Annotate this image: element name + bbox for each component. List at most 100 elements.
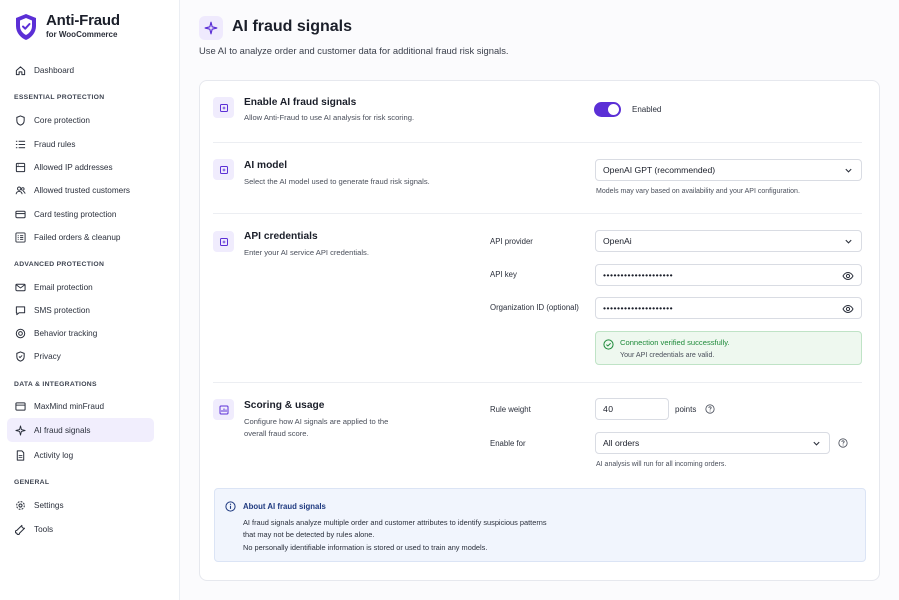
- model-title: AI model: [244, 160, 288, 171]
- provider-select-value: OpenAi: [603, 236, 632, 246]
- sidebar-item-settings[interactable]: Settings: [7, 493, 154, 517]
- sidebar-item-label: Fraud rules: [34, 139, 76, 149]
- help-icon[interactable]: [838, 438, 848, 448]
- sidebar-item-label: Allowed trusted customers: [34, 185, 131, 195]
- eye-icon[interactable]: [842, 270, 854, 282]
- credentials-title: API credentials: [244, 231, 318, 242]
- page-subtitle: Use AI to analyze order and customer dat…: [199, 45, 509, 56]
- rule-weight-label: Rule weight: [490, 405, 531, 414]
- check-circle-icon: [603, 339, 614, 350]
- sidebar-item-label: Privacy: [34, 351, 61, 361]
- section-essential-protection: ESSENTIAL PROTECTION: [14, 94, 105, 101]
- document-icon: [15, 449, 26, 461]
- privacy-shield-icon: [15, 350, 26, 362]
- target-icon: [15, 328, 26, 339]
- sidebar-item-tools[interactable]: Tools: [7, 517, 154, 541]
- brand-subtitle: for WooCommerce: [46, 30, 118, 39]
- api-key-input[interactable]: ••••••••••••••••••••: [595, 264, 862, 286]
- sidebar-item-email-protection[interactable]: Email protection: [7, 275, 154, 299]
- api-key-label: API key: [490, 270, 517, 279]
- sidebar-item-label: Activity log: [34, 450, 74, 460]
- rule-weight-value: 40: [603, 404, 614, 414]
- enable-for-value: All orders: [603, 438, 640, 448]
- chevron-down-icon: [813, 441, 820, 446]
- sidebar-item-allowed-trusted-customers[interactable]: Allowed trusted customers: [7, 178, 154, 202]
- sidebar-item-card-testing-protection[interactable]: Card testing protection: [7, 202, 154, 226]
- scoring-title: Scoring & usage: [244, 400, 325, 411]
- divider: [213, 142, 862, 143]
- info-line-3: No personally identifiable information i…: [243, 543, 488, 552]
- shield-icon: [15, 114, 26, 126]
- sidebar-item-sms-protection[interactable]: SMS protection: [7, 298, 154, 322]
- enable-title: Enable AI fraud signals: [244, 97, 357, 108]
- model-desc: Select the AI model used to generate fra…: [244, 177, 430, 186]
- card-icon: [15, 209, 26, 220]
- model-select-value: OpenAI GPT (recommended): [603, 165, 716, 175]
- rule-weight-input[interactable]: 40: [595, 398, 669, 420]
- wrench-icon: [15, 524, 26, 535]
- sidebar-item-behavior-tracking[interactable]: Behavior tracking: [7, 321, 154, 345]
- divider: [213, 213, 862, 214]
- scoring-desc-line1: Configure how AI signals are applied to …: [244, 417, 389, 426]
- ai-chip-icon: [213, 159, 234, 180]
- ai-chip-icon: [213, 231, 234, 252]
- sidebar-item-label: AI fraud signals: [34, 425, 91, 435]
- sidebar-item-label: Settings: [34, 500, 64, 510]
- sidebar-item-dashboard[interactable]: Dashboard: [7, 58, 154, 82]
- sparkle-icon: [15, 424, 26, 436]
- provider-select[interactable]: OpenAi: [595, 230, 862, 252]
- folder-icon: [15, 401, 26, 412]
- sidebar-item-label: Core protection: [34, 115, 90, 125]
- users-icon: [15, 185, 26, 196]
- sidebar-item-ai-fraud-signals[interactable]: AI fraud signals: [7, 418, 154, 442]
- sidebar-item-failed-orders-cleanup[interactable]: Failed orders & cleanup: [7, 225, 154, 249]
- info-title: About AI fraud signals: [243, 502, 326, 511]
- section-general: GENERAL: [14, 479, 50, 486]
- server-icon: [15, 162, 26, 173]
- main-content: AI fraud signals Use AI to analyze order…: [180, 0, 899, 600]
- sidebar-item-core-protection[interactable]: Core protection: [7, 108, 154, 132]
- sidebar-item-label: Allowed IP addresses: [34, 162, 113, 172]
- enable-desc: Allow Anti-Fraud to use AI analysis for …: [244, 113, 415, 122]
- help-icon[interactable]: [705, 404, 715, 414]
- scoring-chip-icon: [213, 399, 234, 420]
- sidebar-item-label: SMS protection: [34, 305, 90, 315]
- mail-icon: [15, 282, 26, 293]
- chevron-down-icon: [845, 239, 852, 244]
- sidebar-item-label: Email protection: [34, 282, 93, 292]
- info-line-2: that may not be detected by rules alone.: [243, 530, 375, 539]
- info-box: About AI fraud signals AI fraud signals …: [214, 488, 866, 562]
- model-select[interactable]: OpenAI GPT (recommended): [595, 159, 862, 181]
- provider-label: API provider: [490, 237, 533, 246]
- sidebar-item-activity-log[interactable]: Activity log: [7, 443, 154, 467]
- sidebar-item-allowed-ip-addresses[interactable]: Allowed IP addresses: [7, 155, 154, 179]
- enable-for-select[interactable]: All orders: [595, 432, 830, 454]
- sidebar-item-label: Behavior tracking: [34, 328, 98, 338]
- enable-toggle[interactable]: [594, 102, 621, 117]
- section-advanced-protection: ADVANCED PROTECTION: [14, 261, 105, 268]
- sidebar-item-maxmind-minfraud[interactable]: MaxMind minFraud: [7, 394, 154, 418]
- sms-icon: [15, 305, 26, 316]
- sidebar: Anti-Fraud for WooCommerce Dashboard ESS…: [0, 0, 180, 600]
- checklist-icon: [15, 231, 26, 243]
- divider: [213, 382, 862, 383]
- connection-success-alert: Connection verified successfully. Your A…: [595, 331, 862, 365]
- sidebar-item-fraud-rules[interactable]: Fraud rules: [7, 132, 154, 156]
- section-data-integrations: DATA & INTEGRATIONS: [14, 381, 97, 388]
- info-line-1: AI fraud signals analyze multiple order …: [243, 518, 547, 527]
- enable-for-hint: AI analysis will run for all incoming or…: [596, 461, 727, 468]
- sidebar-item-label: MaxMind minFraud: [34, 401, 105, 411]
- brand-title: Anti-Fraud: [46, 12, 120, 29]
- org-id-input[interactable]: ••••••••••••••••••••: [595, 297, 862, 319]
- success-desc: Your API credentials are valid.: [620, 351, 715, 359]
- eye-icon[interactable]: [842, 303, 854, 315]
- ai-chip-icon: [213, 97, 234, 118]
- sidebar-item-privacy[interactable]: Privacy: [7, 344, 154, 368]
- model-hint: Models may vary based on availability an…: [596, 188, 800, 195]
- gear-icon: [15, 500, 26, 511]
- page-title: AI fraud signals: [232, 18, 353, 35]
- scoring-desc-line2: overall fraud score.: [244, 429, 309, 438]
- org-id-label: Organization ID (optional): [490, 303, 579, 312]
- brand-logo[interactable]: Anti-Fraud for WooCommerce: [14, 12, 120, 41]
- sidebar-item-label: Card testing protection: [34, 209, 117, 219]
